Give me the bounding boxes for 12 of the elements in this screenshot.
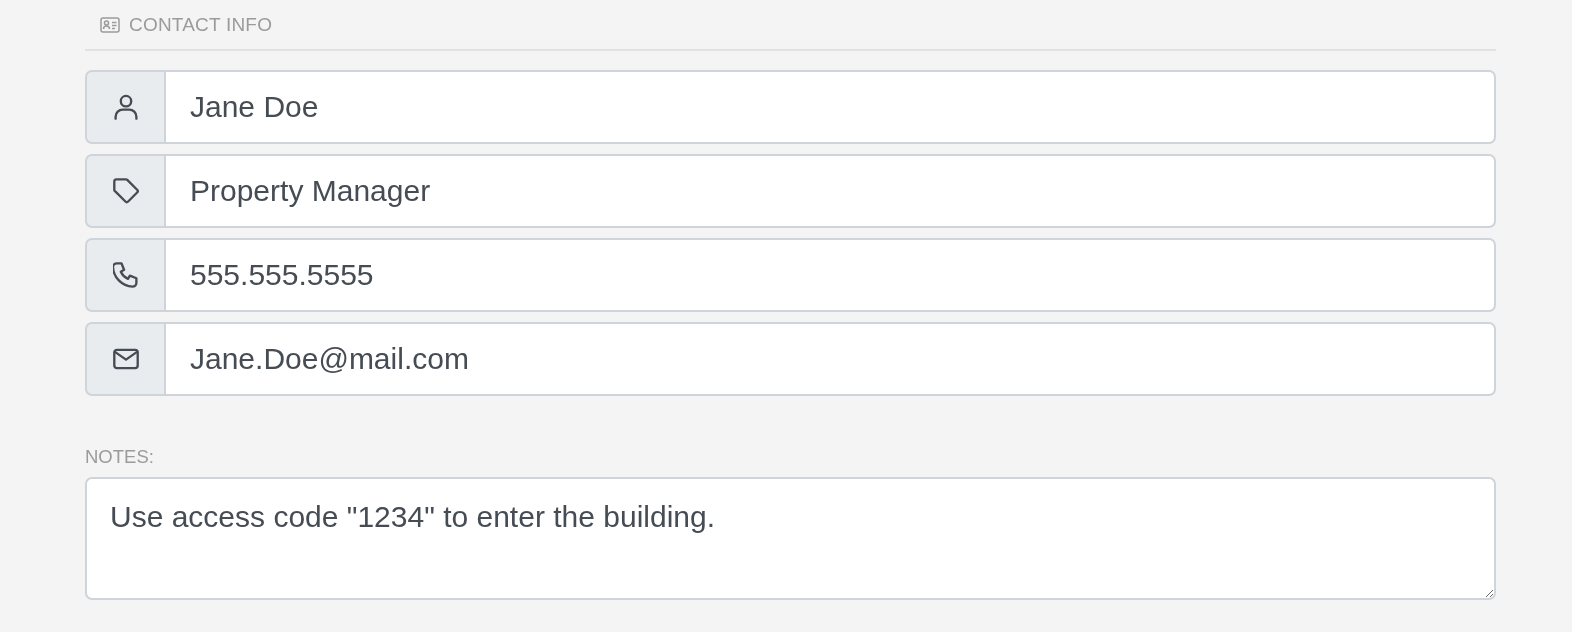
text-field[interactable]: Jane.Doe@mail.com — [166, 322, 1496, 396]
section-title: CONTACT INFO — [129, 13, 273, 36]
text-field[interactable]: Jane Doe — [166, 70, 1496, 144]
notes-label: NOTES: — [85, 446, 155, 468]
text-field[interactable]: Property Manager — [166, 154, 1496, 228]
id-card-icon — [100, 16, 120, 33]
notes-field[interactable]: Use access code "1234" to enter the building. — [85, 477, 1496, 600]
phone-icon — [112, 262, 139, 288]
text-field[interactable]: 555.555.5555 — [166, 238, 1496, 312]
tag-icon — [112, 178, 139, 204]
envelope-icon — [112, 346, 139, 372]
person-icon — [112, 94, 139, 120]
